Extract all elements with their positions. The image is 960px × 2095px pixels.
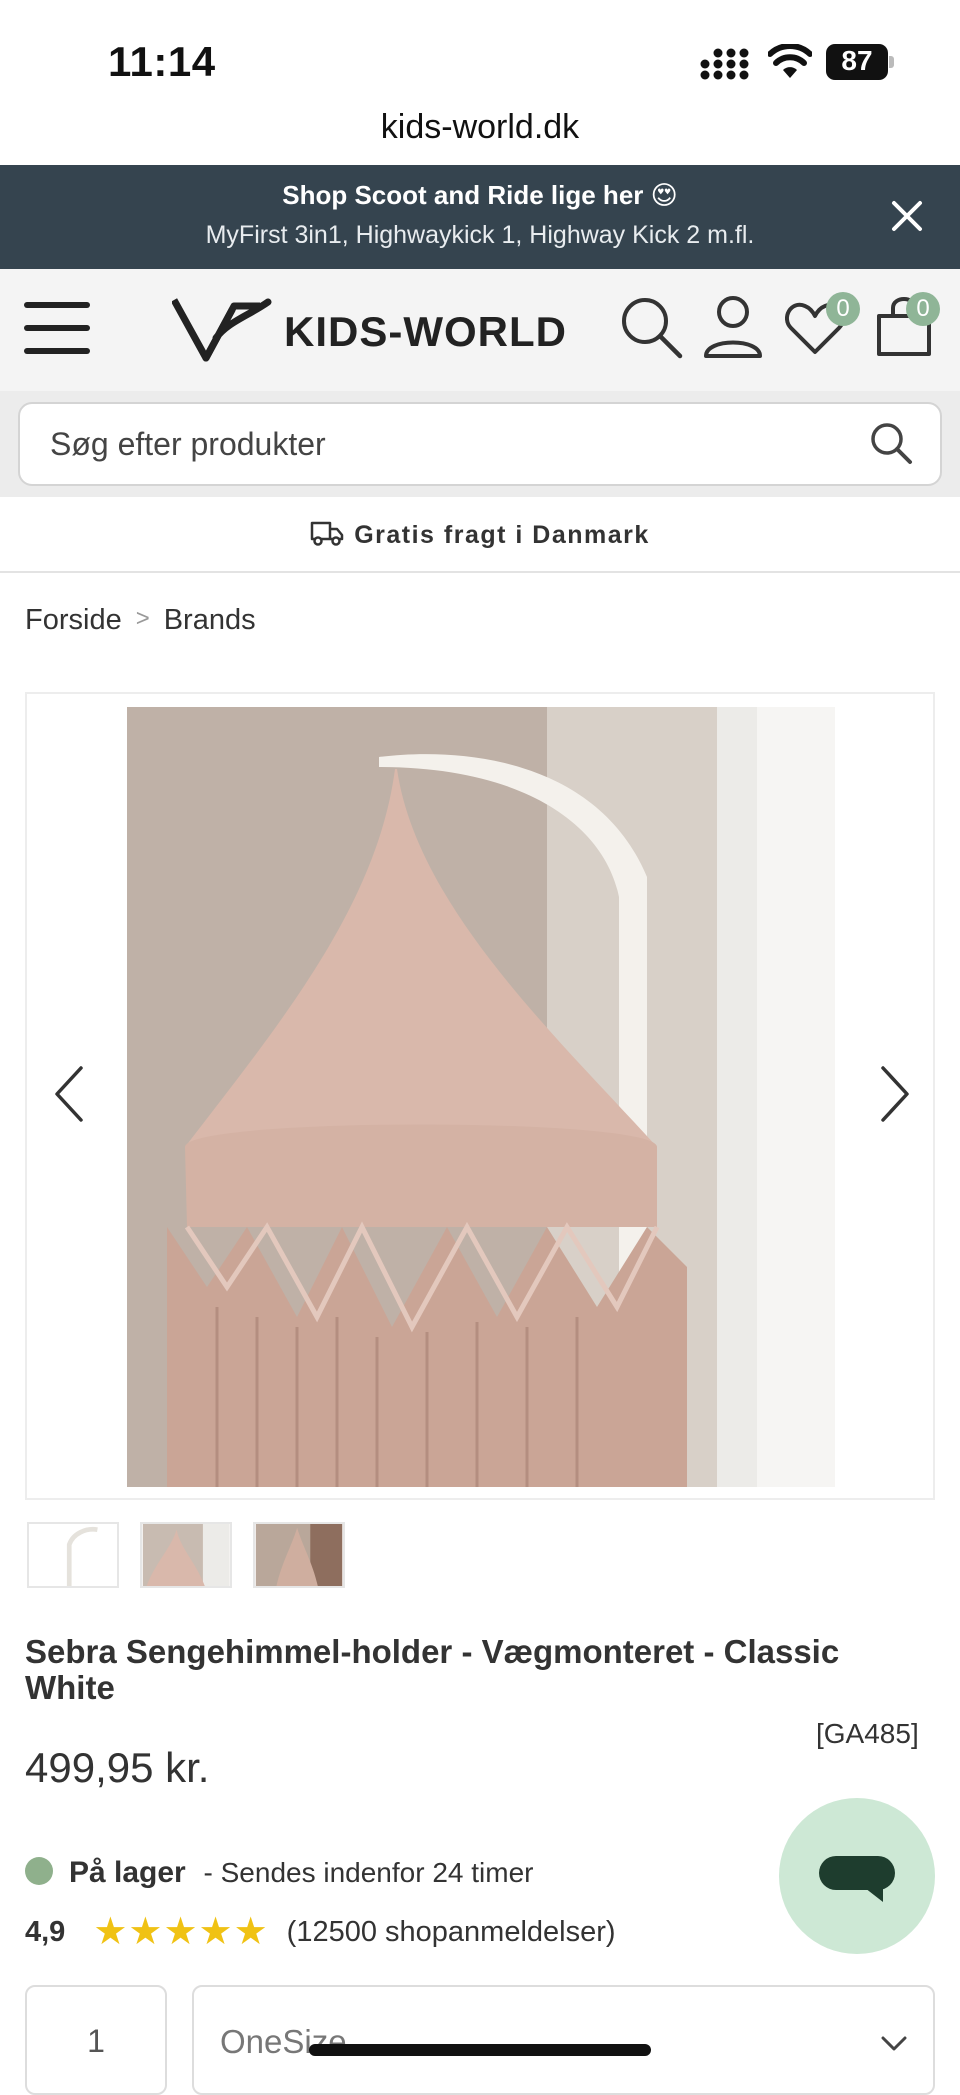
wifi-icon [768,44,812,78]
breadcrumb: Forside > Brands [25,604,256,637]
product-gallery [25,692,935,1500]
site-logo[interactable]: KIDS-WORLD [172,290,572,370]
product-price: 499,95 kr. [25,1744,210,1791]
chevron-right-icon: > [135,605,150,632]
quantity-value: 1 [87,2023,105,2059]
chevron-left-icon[interactable] [51,1064,87,1124]
rating-count: (12500 shopanmeldelser) [286,1916,616,1948]
stock-indicator-icon [25,1856,53,1885]
account-icon[interactable] [700,294,766,360]
chat-icon [819,1856,895,1902]
star-rating-icon: ★★★★★ [93,1911,269,1953]
logo-mark-icon [172,298,272,362]
truck-icon [310,522,344,547]
rating-score: 4,9 [25,1916,66,1948]
promo-title[interactable]: Shop Scoot and Ride lige her 😍 [0,180,960,211]
quantity-field[interactable]: 1 [25,1985,167,2095]
shipping-text: Gratis fragt i Danmark [354,521,650,549]
product-thumbnail[interactable] [140,1522,232,1588]
chat-button[interactable] [779,1798,935,1954]
cart-count-badge: 0 [906,292,940,326]
promo-banner[interactable]: Shop Scoot and Ride lige her 😍 MyFirst 3… [0,165,960,269]
search-placeholder: Søg efter produkter [50,426,326,462]
breadcrumb-brands[interactable]: Brands [164,604,256,636]
promo-subtitle[interactable]: MyFirst 3in1, Highwaykick 1, Highway Kic… [0,221,960,250]
logo-text: KIDS-WORLD [284,308,567,355]
battery-icon: 87 [826,44,894,80]
browser-url[interactable]: kids-world.dk [0,108,960,147]
product-sku: [GA485] [816,1718,919,1749]
stock-note: - Sendes indenfor 24 timer [203,1857,534,1888]
breadcrumb-home[interactable]: Forside [25,604,122,636]
search-icon[interactable] [618,294,684,360]
search-input[interactable]: Søg efter produkter [18,402,942,486]
close-icon[interactable] [885,194,929,238]
stock-label: På lager [69,1856,186,1889]
product-image[interactable] [127,707,835,1487]
shop-rating[interactable]: 4,9 ★★★★★ (12500 shopanmeldelser) [25,1906,616,1953]
home-indicator[interactable] [309,2044,651,2056]
cellular-signal-icon [700,48,749,80]
product-thumbnail[interactable] [253,1522,345,1588]
wishlist-count-badge: 0 [826,292,860,326]
search-icon[interactable] [868,420,914,466]
shipping-banner: Gratis fragt i Danmark [0,497,960,573]
status-time: 11:14 [108,38,216,85]
chevron-right-icon[interactable] [877,1064,913,1124]
chevron-down-icon [881,2036,907,2051]
variant-select[interactable]: OneSize [192,1985,935,2095]
menu-icon[interactable] [22,298,92,358]
product-thumbnail[interactable] [27,1522,119,1588]
product-title: Sebra Sengehimmel-holder - Vægmonteret -… [25,1633,840,1706]
battery-level: 87 [841,45,873,76]
stock-status: På lager - Sendes indenfor 24 timer [25,1856,533,1890]
